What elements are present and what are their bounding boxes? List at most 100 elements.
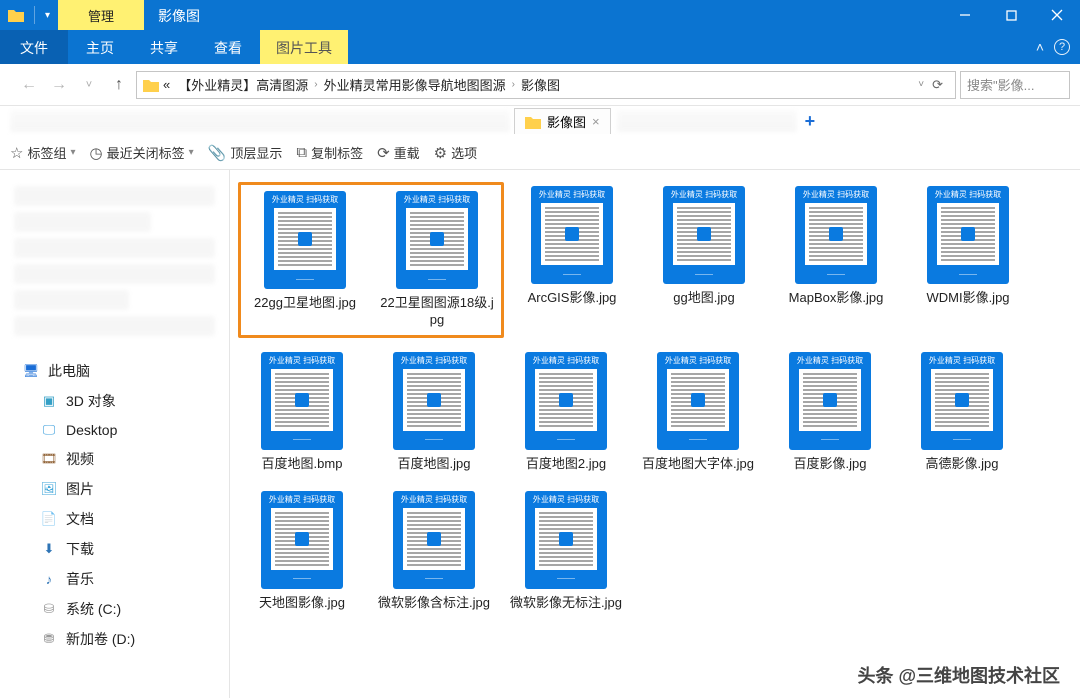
- active-folder-tab[interactable]: 影像图 ×: [514, 108, 611, 134]
- sidebar-documents[interactable]: 📄文档: [0, 504, 229, 534]
- file-thumbnail: 外业精灵 扫码获取———: [525, 491, 607, 589]
- file-thumbnail: 外业精灵 扫码获取———: [393, 491, 475, 589]
- chevron-right-icon[interactable]: ›: [312, 79, 319, 90]
- crumb-1[interactable]: 【外业精灵】高清图源: [174, 75, 312, 94]
- sidebar-drive-d[interactable]: ⛃新加卷 (D:): [0, 624, 229, 654]
- document-icon: 📄: [40, 510, 58, 528]
- file-item[interactable]: 外业精灵 扫码获取———百度地图.jpg: [370, 348, 498, 477]
- help-icon[interactable]: ?: [1054, 39, 1070, 55]
- file-item[interactable]: 外业精灵 扫码获取———天地图影像.jpg: [238, 487, 366, 616]
- sidebar-blur: [14, 212, 151, 232]
- desktop-icon: 🖵: [40, 421, 58, 439]
- file-name: 高德影像.jpg: [926, 456, 999, 473]
- attribution-watermark: 头条 @三维地图技术社区: [857, 662, 1060, 688]
- file-thumbnail: 外业精灵 扫码获取———: [393, 352, 475, 450]
- file-item[interactable]: 外业精灵 扫码获取———百度影像.jpg: [766, 348, 894, 477]
- sidebar-pictures[interactable]: 🖼图片: [0, 474, 229, 504]
- crumb-overflow[interactable]: «: [159, 77, 174, 92]
- file-name: 百度地图大字体.jpg: [642, 456, 754, 473]
- app-icon: [8, 8, 24, 22]
- file-item[interactable]: 外业精灵 扫码获取——— 微软影像无标注.jpg: [502, 487, 630, 616]
- file-thumbnail: 外业精灵 扫码获取———: [927, 186, 1009, 284]
- file-item[interactable]: 外业精灵 扫码获取——— WDMI影像.jpg: [904, 182, 1032, 338]
- file-thumbnail: 外业精灵 扫码获取———: [525, 352, 607, 450]
- recent-closed-button[interactable]: ◷最近关闭标签▾: [90, 143, 194, 162]
- drive-icon: ⛃: [40, 630, 58, 648]
- sidebar-music[interactable]: ♪音乐: [0, 564, 229, 594]
- file-thumbnail: 外业精灵 扫码获取———: [657, 352, 739, 450]
- window-titlebar: ▾ 管理 影像图: [0, 0, 1080, 30]
- sidebar-downloads[interactable]: ⬇下载: [0, 534, 229, 564]
- maximize-button[interactable]: [988, 0, 1034, 30]
- sidebar-videos[interactable]: 🎞视频: [0, 444, 229, 474]
- sidebar-blur: [14, 264, 215, 284]
- contextual-tab-manage[interactable]: 管理: [58, 0, 144, 30]
- window-title: 影像图: [144, 0, 214, 30]
- drive-icon: ⛁: [40, 600, 58, 618]
- pc-icon: 🖥: [22, 362, 40, 380]
- ribbon-tab-file[interactable]: 文件: [0, 30, 68, 64]
- chevron-right-icon[interactable]: ›: [510, 79, 517, 90]
- file-item[interactable]: 外业精灵 扫码获取———百度地图.bmp: [238, 348, 366, 477]
- file-view[interactable]: 外业精灵 扫码获取———22gg卫星地图.jpg外业精灵 扫码获取———22卫星…: [230, 170, 1080, 698]
- file-thumbnail: 外业精灵 扫码获取———: [789, 352, 871, 450]
- sidebar-blur: [14, 290, 129, 310]
- up-button[interactable]: ↑: [106, 76, 132, 94]
- ribbon-tab-share[interactable]: 共享: [132, 30, 196, 64]
- file-name: 百度地图2.jpg: [526, 456, 606, 473]
- inactive-tab-blur: [617, 110, 797, 132]
- file-name: 百度地图.bmp: [262, 456, 343, 473]
- address-bar[interactable]: « 【外业精灵】高清图源 › 外业精灵常用影像导航地图图源 › 影像图 ˅ ⟳: [136, 71, 956, 99]
- file-name: 微软影像无标注.jpg: [510, 595, 622, 612]
- crumb-3[interactable]: 影像图: [517, 75, 564, 94]
- clock-icon: ◷: [90, 144, 103, 162]
- sidebar-desktop[interactable]: 🖵Desktop: [0, 416, 229, 444]
- file-item[interactable]: 外业精灵 扫码获取———微软影像含标注.jpg: [370, 487, 498, 616]
- nav-bar: ← → ˅ ↑ « 【外业精灵】高清图源 › 外业精灵常用影像导航地图图源 › …: [0, 64, 1080, 106]
- tabs-icon: ⧉: [296, 144, 307, 161]
- ribbon-help: ˄ ?: [1036, 30, 1080, 64]
- search-box[interactable]: 搜索"影像...: [960, 71, 1070, 99]
- tag-group-button[interactable]: ☆标签组▾: [10, 143, 76, 162]
- file-name: 22卫星图图源18级.jpg: [377, 295, 497, 329]
- file-thumbnail: 外业精灵 扫码获取———: [531, 186, 613, 284]
- ribbon-collapse-icon[interactable]: ˄: [1036, 39, 1044, 55]
- file-item[interactable]: 外业精灵 扫码获取——— 高德影像.jpg: [898, 348, 1026, 477]
- copy-tab-button[interactable]: ⧉复制标签: [296, 143, 363, 162]
- sidebar-drive-c[interactable]: ⛁系统 (C:): [0, 594, 229, 624]
- refresh-icon[interactable]: ⟳: [926, 77, 949, 93]
- address-dropdown-icon[interactable]: ˅: [916, 79, 926, 90]
- forward-button[interactable]: →: [46, 76, 72, 94]
- ribbon: 文件 主页 共享 查看 图片工具 ˄ ?: [0, 30, 1080, 64]
- crumb-2[interactable]: 外业精灵常用影像导航地图图源: [320, 75, 510, 94]
- ribbon-tab-view[interactable]: 查看: [196, 30, 260, 64]
- reload-icon: ⟳: [377, 144, 390, 162]
- file-item[interactable]: 外业精灵 扫码获取———MapBox影像.jpg: [772, 182, 900, 338]
- pin-top-button[interactable]: 📎顶层显示: [208, 143, 283, 162]
- file-thumbnail: 外业精灵 扫码获取———: [921, 352, 1003, 450]
- file-name: WDMI影像.jpg: [926, 290, 1009, 307]
- tab-close-icon[interactable]: ×: [592, 114, 600, 129]
- new-tab-button[interactable]: +: [805, 111, 816, 132]
- file-item[interactable]: 外业精灵 扫码获取——— 百度地图2.jpg: [502, 348, 630, 477]
- options-button[interactable]: ⚙选项: [434, 143, 477, 162]
- file-item[interactable]: 外业精灵 扫码获取———22gg卫星地图.jpg: [241, 187, 369, 333]
- reload-button[interactable]: ⟳重载: [377, 143, 420, 162]
- download-icon: ⬇: [40, 540, 58, 558]
- close-button[interactable]: [1034, 0, 1080, 30]
- star-icon: ☆: [10, 144, 23, 162]
- qat-dropdown-icon[interactable]: ▾: [45, 10, 50, 21]
- file-item[interactable]: 外业精灵 扫码获取———ArcGIS影像.jpg: [508, 182, 636, 338]
- minimize-button[interactable]: [942, 0, 988, 30]
- back-button[interactable]: ←: [16, 76, 42, 94]
- file-item[interactable]: 外业精灵 扫码获取——— 百度地图大字体.jpg: [634, 348, 762, 477]
- recent-locations-icon[interactable]: ˅: [76, 79, 102, 91]
- file-item[interactable]: 外业精灵 扫码获取———22卫星图图源18级.jpg: [373, 187, 501, 333]
- file-thumbnail: 外业精灵 扫码获取———: [264, 191, 346, 289]
- sidebar-3d-objects[interactable]: ▣3D 对象: [0, 386, 229, 416]
- sidebar-this-pc[interactable]: 🖥此电脑: [0, 356, 229, 386]
- ribbon-tab-picture-tools[interactable]: 图片工具: [260, 30, 348, 64]
- ribbon-tab-home[interactable]: 主页: [68, 30, 132, 64]
- file-item[interactable]: 外业精灵 扫码获取———gg地图.jpg: [640, 182, 768, 338]
- paperclip-icon: 📎: [208, 144, 227, 162]
